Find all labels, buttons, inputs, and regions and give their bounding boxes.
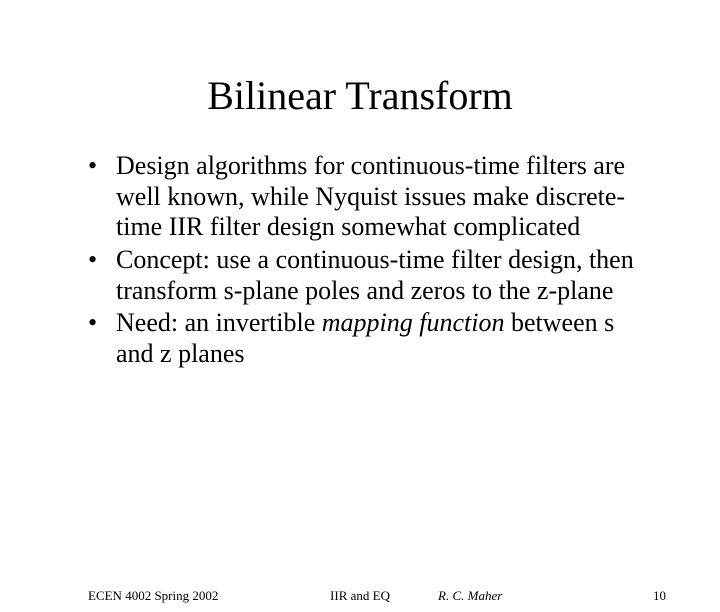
bullet-text: Need: an invertible xyxy=(116,308,322,337)
slide-body: Design algorithms for continuous-time fi… xyxy=(88,151,648,370)
slide-title: Bilinear Transform xyxy=(0,72,720,119)
bullet-text-italic: mapping function xyxy=(322,308,505,337)
list-item: Concept: use a continuous-time filter de… xyxy=(88,245,648,306)
list-item: Design algorithms for continuous-time fi… xyxy=(88,151,648,243)
slide: Bilinear Transform Design algorithms for… xyxy=(0,72,720,612)
list-item: Need: an invertible mapping function bet… xyxy=(88,308,648,369)
footer-topic: IIR and EQ xyxy=(0,588,720,604)
footer-page-number: 10 xyxy=(653,588,666,604)
bullet-list: Design algorithms for continuous-time fi… xyxy=(88,151,648,370)
footer-author: R. C. Maher xyxy=(438,588,502,604)
